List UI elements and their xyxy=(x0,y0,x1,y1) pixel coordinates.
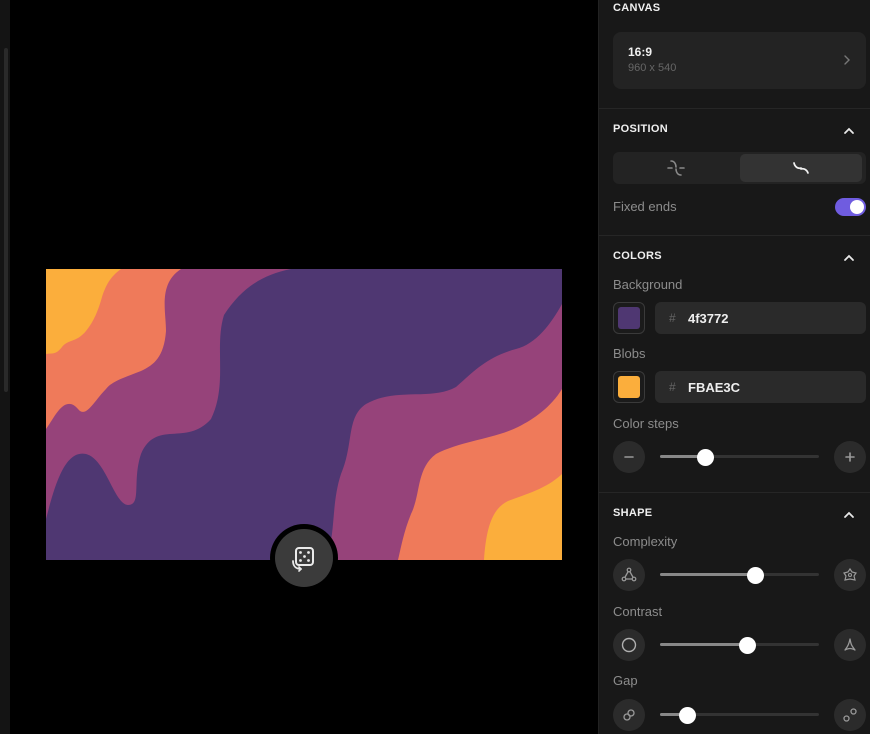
curves-outward-icon xyxy=(793,162,809,174)
background-hex-field[interactable]: # xyxy=(655,302,866,334)
shape-section-title: SHAPE xyxy=(613,507,653,519)
gap-slider[interactable] xyxy=(660,705,819,725)
complexity-slider[interactable] xyxy=(660,565,819,585)
app-window: CANVAS 16:9 960 x 540 POSITION Fixed end… xyxy=(0,0,870,734)
chevron-up-icon[interactable] xyxy=(842,508,856,522)
position-option-inward[interactable] xyxy=(615,154,737,182)
fixed-ends-label: Fixed ends xyxy=(613,199,677,214)
fixed-ends-toggle[interactable] xyxy=(835,198,866,216)
divider xyxy=(599,235,870,236)
background-color-label: Background xyxy=(613,277,683,292)
blobs-color-swatch[interactable] xyxy=(613,371,645,403)
increase-complexity-button[interactable] xyxy=(834,559,866,591)
decrease-color-steps-button[interactable] xyxy=(613,441,645,473)
chevron-up-icon[interactable] xyxy=(842,251,856,265)
slider-thumb[interactable] xyxy=(697,449,714,466)
contrast-label: Contrast xyxy=(613,604,663,619)
decrease-gap-button[interactable] xyxy=(613,699,645,731)
canvas-section-title: CANVAS xyxy=(613,2,661,14)
complex-shape-icon xyxy=(843,567,857,581)
separated-circles-icon xyxy=(843,708,857,722)
canvas-size-selector[interactable]: 16:9 960 x 540 xyxy=(613,32,866,89)
hash-prefix: # xyxy=(669,380,676,394)
divider xyxy=(599,108,870,109)
divider xyxy=(599,492,870,493)
chevron-up-icon[interactable] xyxy=(842,124,856,138)
toggle-knob xyxy=(850,200,864,214)
circle-shape-icon xyxy=(621,637,637,653)
linked-circles-icon xyxy=(623,709,635,721)
colors-section-title: COLORS xyxy=(613,250,662,262)
wave-preview-canvas xyxy=(46,269,562,560)
contrast-slider[interactable] xyxy=(660,635,819,655)
position-option-outward[interactable] xyxy=(740,154,862,182)
decrease-contrast-button[interactable] xyxy=(613,629,645,661)
simple-shape-icon xyxy=(621,567,637,582)
dice-icon xyxy=(292,547,314,572)
complexity-label: Complexity xyxy=(613,534,678,549)
position-section-title: POSITION xyxy=(613,123,668,135)
increase-color-steps-button[interactable] xyxy=(834,441,866,473)
curves-inward-icon xyxy=(667,160,685,176)
background-swatch-fill xyxy=(618,307,640,329)
blobs-hex-field[interactable]: # xyxy=(655,371,866,403)
blobs-hex-input[interactable] xyxy=(688,380,848,395)
increase-contrast-button[interactable] xyxy=(834,629,866,661)
minus-icon xyxy=(624,456,634,458)
plus-icon xyxy=(845,452,855,462)
background-hex-input[interactable] xyxy=(688,311,848,326)
increase-gap-button[interactable] xyxy=(834,699,866,731)
color-steps-label: Color steps xyxy=(613,416,679,431)
decrease-complexity-button[interactable] xyxy=(613,559,645,591)
settings-panel: CANVAS 16:9 960 x 540 POSITION Fixed end… xyxy=(598,0,870,734)
randomize-button[interactable] xyxy=(275,529,333,587)
wave-artwork xyxy=(46,269,562,560)
color-steps-slider[interactable] xyxy=(660,447,819,467)
canvas-dimensions: 960 x 540 xyxy=(628,62,677,74)
hash-prefix: # xyxy=(669,311,676,325)
slider-thumb[interactable] xyxy=(747,567,764,584)
gap-label: Gap xyxy=(613,673,638,688)
background-color-swatch[interactable] xyxy=(613,302,645,334)
position-segmented-control xyxy=(613,152,866,184)
chevron-right-icon xyxy=(844,55,850,65)
blobs-swatch-fill xyxy=(618,376,640,398)
blobs-color-label: Blobs xyxy=(613,346,646,361)
left-scrollbar[interactable] xyxy=(4,48,8,392)
canvas-ratio: 16:9 xyxy=(628,45,653,59)
preview-stage xyxy=(0,0,598,734)
slider-thumb[interactable] xyxy=(679,707,696,724)
spiky-shape-icon xyxy=(844,638,856,651)
slider-thumb[interactable] xyxy=(739,637,756,654)
